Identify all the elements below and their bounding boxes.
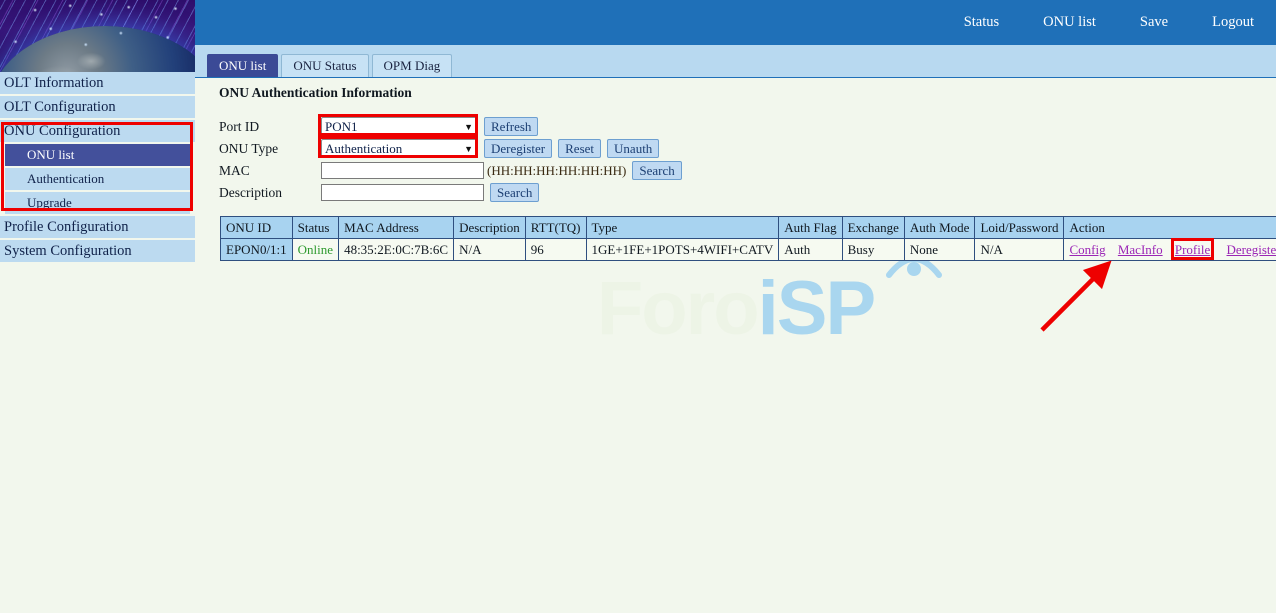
cell-status: Online bbox=[292, 239, 338, 261]
col-rtt-tq: RTT(TQ) bbox=[525, 217, 586, 239]
onu-table: ONU ID Status MAC Address Description RT… bbox=[220, 216, 1276, 261]
onu-type-label: ONU Type bbox=[219, 141, 321, 157]
cell-loid-password: N/A bbox=[975, 239, 1064, 261]
page-root: Status ONU list Save Logout ONU list ONU… bbox=[0, 0, 1276, 613]
col-onu-id: ONU ID bbox=[221, 217, 293, 239]
col-type: Type bbox=[586, 217, 779, 239]
cell-description: N/A bbox=[454, 239, 526, 261]
port-id-select[interactable]: PON1 bbox=[321, 117, 478, 136]
mac-format-hint: (HH:HH:HH:HH:HH:HH) bbox=[487, 163, 626, 179]
mac-label: MAC bbox=[219, 163, 321, 179]
refresh-button[interactable]: Refresh bbox=[484, 117, 538, 136]
col-auth-flag: Auth Flag bbox=[779, 217, 842, 239]
mac-input[interactable] bbox=[321, 162, 484, 179]
light-sparks-graphic bbox=[0, 0, 195, 72]
col-loid-password: Loid/Password bbox=[975, 217, 1064, 239]
tab-list: ONU list ONU Status OPM Diag bbox=[207, 54, 452, 77]
col-exchange: Exchange bbox=[842, 217, 904, 239]
table-body: EPON0/1:1 Online 48:35:2E:0C:7B:6C N/A 9… bbox=[221, 239, 1276, 261]
col-action: Action bbox=[1064, 217, 1276, 239]
unauth-button[interactable]: Unauth bbox=[607, 139, 659, 158]
sidebar-item-profile-configuration[interactable]: Profile Configuration bbox=[0, 216, 195, 238]
action-macinfo[interactable]: MacInfo bbox=[1118, 242, 1163, 257]
table-header-row: ONU ID Status MAC Address Description RT… bbox=[221, 217, 1276, 239]
sidebar-item-authentication[interactable]: Authentication bbox=[5, 168, 190, 190]
port-id-select-wrap: PON1 ▼ bbox=[321, 117, 478, 136]
col-status: Status bbox=[292, 217, 338, 239]
cell-onu-id: EPON0/1:1 bbox=[221, 239, 293, 261]
sidebar-item-olt-configuration[interactable]: OLT Configuration bbox=[0, 96, 195, 118]
col-description: Description bbox=[454, 217, 526, 239]
sidebar-nav: OLT Information OLT Configuration ONU Co… bbox=[0, 72, 195, 264]
form-row-description: Description Search bbox=[219, 182, 682, 203]
cell-mac-address: 48:35:2E:0C:7B:6C bbox=[339, 239, 454, 261]
action-links: Config MacInfo Profile Deregister Reset … bbox=[1069, 242, 1276, 258]
col-auth-mode: Auth Mode bbox=[904, 217, 975, 239]
cell-auth-mode: None bbox=[904, 239, 975, 261]
cell-exchange: Busy bbox=[842, 239, 904, 261]
description-label: Description bbox=[219, 185, 321, 201]
action-profile[interactable]: Profile bbox=[1175, 242, 1210, 257]
watermark-foro: Foro bbox=[597, 266, 758, 351]
port-id-label: Port ID bbox=[219, 119, 321, 135]
onu-type-select-wrap: Authentication ▼ bbox=[321, 139, 478, 158]
tab-onu-status[interactable]: ONU Status bbox=[281, 54, 368, 77]
tab-onu-list[interactable]: ONU list bbox=[207, 54, 278, 77]
form-row-mac: MAC (HH:HH:HH:HH:HH:HH) Search bbox=[219, 160, 682, 181]
status-badge: Online bbox=[298, 242, 333, 257]
page-title: ONU Authentication Information bbox=[219, 85, 412, 101]
tab-strip: ONU list ONU Status OPM Diag bbox=[195, 45, 1276, 78]
action-config[interactable]: Config bbox=[1069, 242, 1105, 257]
sidebar-item-upgrade[interactable]: Upgrade bbox=[5, 192, 190, 214]
sidebar-item-olt-information[interactable]: OLT Information bbox=[0, 72, 195, 94]
action-deregister[interactable]: Deregister bbox=[1227, 242, 1276, 257]
form-row-port-id: Port ID PON1 ▼ Refresh bbox=[219, 116, 682, 137]
table-head: ONU ID Status MAC Address Description RT… bbox=[221, 217, 1276, 239]
onu-type-select[interactable]: Authentication bbox=[321, 139, 478, 158]
deregister-button[interactable]: Deregister bbox=[484, 139, 552, 158]
top-nav: Status ONU list Save Logout bbox=[964, 0, 1254, 45]
search-form: Port ID PON1 ▼ Refresh ONU Type Authenti… bbox=[219, 116, 682, 204]
nav-onu-list[interactable]: ONU list bbox=[1043, 14, 1096, 31]
cell-action: Config MacInfo Profile Deregister Reset … bbox=[1064, 239, 1276, 261]
table-row: EPON0/1:1 Online 48:35:2E:0C:7B:6C N/A 9… bbox=[221, 239, 1276, 261]
form-row-onu-type: ONU Type Authentication ▼ Deregister Res… bbox=[219, 138, 682, 159]
description-search-button[interactable]: Search bbox=[490, 183, 539, 202]
product-banner-image bbox=[0, 0, 195, 72]
description-input[interactable] bbox=[321, 184, 484, 201]
cell-type: 1GE+1FE+1POTS+4WIFI+CATV bbox=[586, 239, 779, 261]
nav-save[interactable]: Save bbox=[1140, 14, 1168, 31]
nav-status[interactable]: Status bbox=[964, 14, 999, 31]
sidebar-item-system-configuration[interactable]: System Configuration bbox=[0, 240, 195, 262]
sidebar-item-onu-configuration[interactable]: ONU Configuration bbox=[0, 120, 195, 142]
nav-logout[interactable]: Logout bbox=[1212, 14, 1254, 31]
col-mac-address: MAC Address bbox=[339, 217, 454, 239]
watermark: ForoiSP bbox=[195, 271, 1276, 347]
reset-button[interactable]: Reset bbox=[558, 139, 601, 158]
content-area: ForoiSP ONU Authentication Information P… bbox=[195, 78, 1276, 613]
top-header-bar: Status ONU list Save Logout bbox=[195, 0, 1276, 45]
watermark-isp: iSP bbox=[758, 266, 875, 351]
cell-auth-flag: Auth bbox=[779, 239, 842, 261]
mac-search-button[interactable]: Search bbox=[632, 161, 681, 180]
tab-opm-diag[interactable]: OPM Diag bbox=[372, 54, 453, 77]
sidebar-item-onu-list[interactable]: ONU list bbox=[5, 144, 190, 166]
cell-rtt-tq: 96 bbox=[525, 239, 586, 261]
